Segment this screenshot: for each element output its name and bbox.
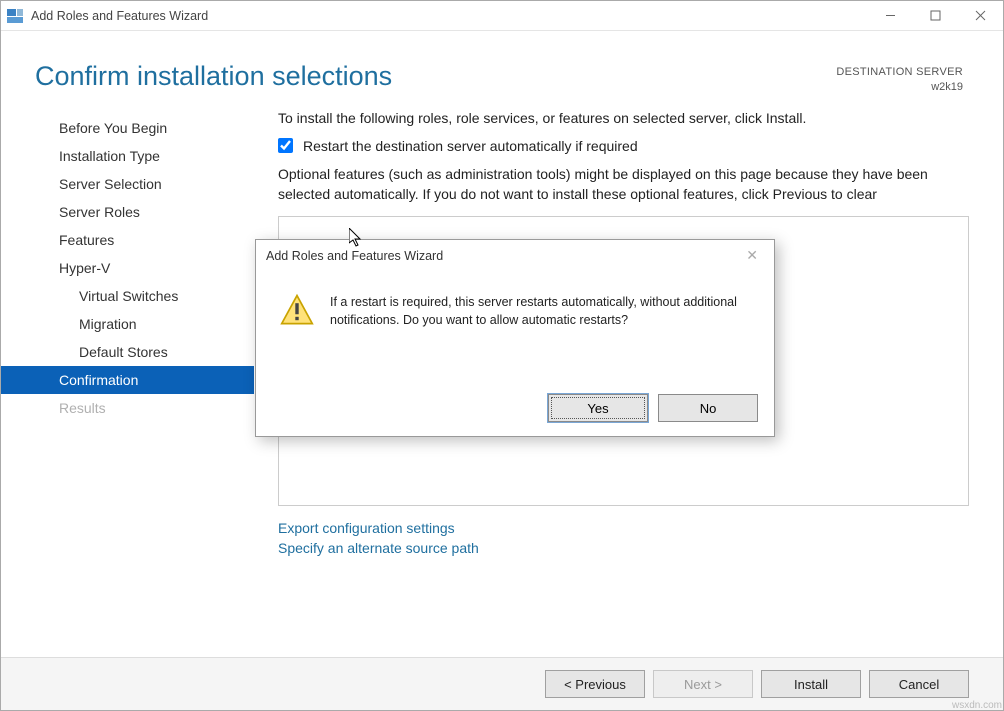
dialog-message: If a restart is required, this server re…: [330, 293, 754, 329]
step-migration[interactable]: Migration: [49, 310, 254, 338]
step-default-stores[interactable]: Default Stores: [49, 338, 254, 366]
step-before-you-begin[interactable]: Before You Begin: [49, 114, 254, 142]
next-button: Next >: [653, 670, 753, 698]
restart-checkbox[interactable]: [278, 138, 293, 153]
footer: < Previous Next > Install Cancel: [1, 657, 1003, 710]
restart-confirm-dialog: Add Roles and Features Wizard ✕ If a res…: [255, 239, 775, 437]
yes-button[interactable]: Yes: [548, 394, 648, 422]
step-results: Results: [49, 394, 254, 422]
step-server-roles[interactable]: Server Roles: [49, 198, 254, 226]
header: Confirm installation selections DESTINAT…: [1, 31, 1003, 102]
page-title: Confirm installation selections: [35, 61, 836, 92]
wizard-steps: Before You Begin Installation Type Serve…: [49, 110, 254, 657]
maximize-button[interactable]: [913, 1, 958, 31]
intro-text: To install the following roles, role ser…: [278, 110, 969, 126]
restart-checkbox-row[interactable]: Restart the destination server automatic…: [278, 138, 969, 154]
close-button[interactable]: [958, 1, 1003, 31]
optional-features-note: Optional features (such as administratio…: [278, 164, 969, 205]
install-button[interactable]: Install: [761, 670, 861, 698]
dialog-titlebar: Add Roles and Features Wizard ✕: [256, 240, 774, 271]
step-features[interactable]: Features: [49, 226, 254, 254]
dialog-title: Add Roles and Features Wizard: [266, 249, 443, 263]
window-title: Add Roles and Features Wizard: [31, 9, 208, 23]
alternate-source-link[interactable]: Specify an alternate source path: [278, 540, 969, 556]
dialog-close-icon[interactable]: ✕: [740, 247, 764, 264]
titlebar: Add Roles and Features Wizard: [1, 1, 1003, 31]
destination-block: DESTINATION SERVER w2k19: [836, 61, 963, 96]
step-hyperv[interactable]: Hyper-V: [49, 254, 254, 282]
app-icon: [7, 9, 23, 23]
export-config-link[interactable]: Export configuration settings: [278, 520, 969, 536]
step-virtual-switches[interactable]: Virtual Switches: [49, 282, 254, 310]
cancel-button[interactable]: Cancel: [869, 670, 969, 698]
previous-button[interactable]: < Previous: [545, 670, 645, 698]
destination-value: w2k19: [836, 80, 963, 95]
step-installation-type[interactable]: Installation Type: [49, 142, 254, 170]
step-confirmation[interactable]: Confirmation: [1, 366, 254, 394]
no-button[interactable]: No: [658, 394, 758, 422]
warning-icon: [280, 293, 314, 327]
minimize-button[interactable]: [868, 1, 913, 31]
watermark: wsxdn.com: [952, 700, 1002, 711]
step-server-selection[interactable]: Server Selection: [49, 170, 254, 198]
restart-checkbox-label: Restart the destination server automatic…: [303, 138, 638, 154]
destination-label: DESTINATION SERVER: [836, 65, 963, 80]
